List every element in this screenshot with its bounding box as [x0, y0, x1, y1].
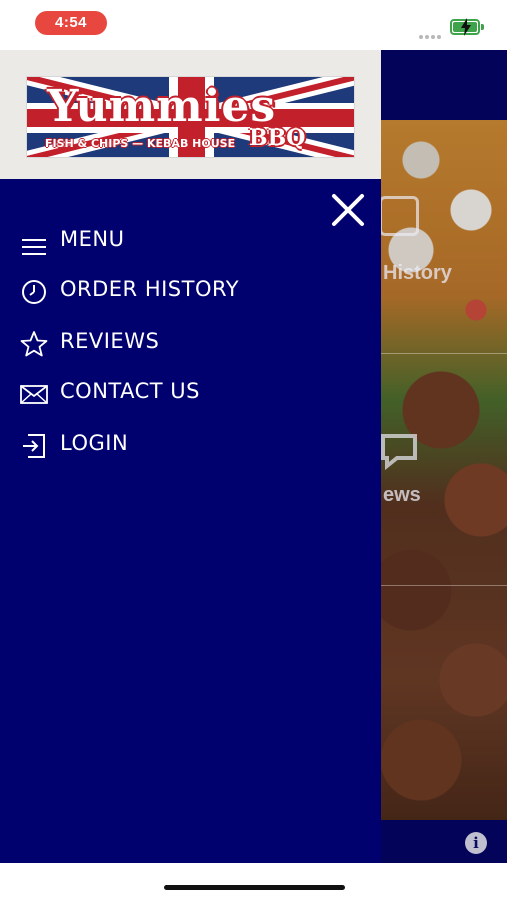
nav-label-contact-us: CONTACT US — [60, 379, 200, 403]
nav-item-login[interactable]: LOGIN — [0, 429, 381, 473]
battery-icon — [450, 18, 480, 36]
logo-title: Yummies — [47, 81, 277, 132]
battery-tip — [481, 24, 484, 30]
tile-divider — [381, 353, 507, 354]
navigation-drawer: Yummies BBQ FISH & CHIPS — KEBAB HOUSE M… — [0, 50, 381, 863]
home-indicator[interactable] — [164, 885, 345, 890]
background-footer — [381, 820, 507, 863]
nav-item-order-history[interactable]: ORDER HISTORY — [0, 275, 381, 319]
close-icon[interactable] — [328, 190, 368, 230]
envelope-icon — [20, 385, 48, 404]
background-header — [381, 50, 507, 120]
status-time: 4:54 — [35, 11, 107, 35]
home-indicator-area — [0, 863, 507, 900]
history-tile-label: History — [383, 262, 452, 284]
status-bar: 4:54 — [0, 0, 507, 50]
star-icon — [20, 331, 48, 357]
nav-item-menu[interactable]: MENU — [0, 225, 381, 269]
nav-label-menu: MENU — [60, 227, 125, 251]
nav-item-contact-us[interactable]: CONTACT US — [0, 377, 381, 421]
logo-badge: BBQ — [249, 125, 306, 151]
reviews-tile-label: ews — [383, 484, 421, 506]
tile-divider — [381, 585, 507, 586]
background-screen: History ews — [381, 50, 507, 863]
nav-label-login: LOGIN — [60, 431, 129, 455]
nav-label-reviews: REVIEWS — [60, 329, 160, 353]
history-tile-icon — [381, 196, 419, 236]
logo-subtitle: FISH & CHIPS — KEBAB HOUSE — [45, 137, 236, 150]
nav-item-reviews[interactable]: REVIEWS — [0, 327, 381, 371]
brand-logo: Yummies BBQ FISH & CHIPS — KEBAB HOUSE — [26, 76, 355, 158]
nav-label-order-history: ORDER HISTORY — [60, 277, 240, 301]
login-icon — [23, 434, 45, 458]
drawer-header: Yummies BBQ FISH & CHIPS — KEBAB HOUSE — [0, 50, 381, 179]
info-icon[interactable]: i — [465, 832, 487, 854]
reviews-tile-icon — [381, 434, 417, 471]
signal-icon — [419, 26, 443, 39]
clock-icon — [22, 280, 46, 304]
hamburger-icon — [22, 239, 46, 255]
